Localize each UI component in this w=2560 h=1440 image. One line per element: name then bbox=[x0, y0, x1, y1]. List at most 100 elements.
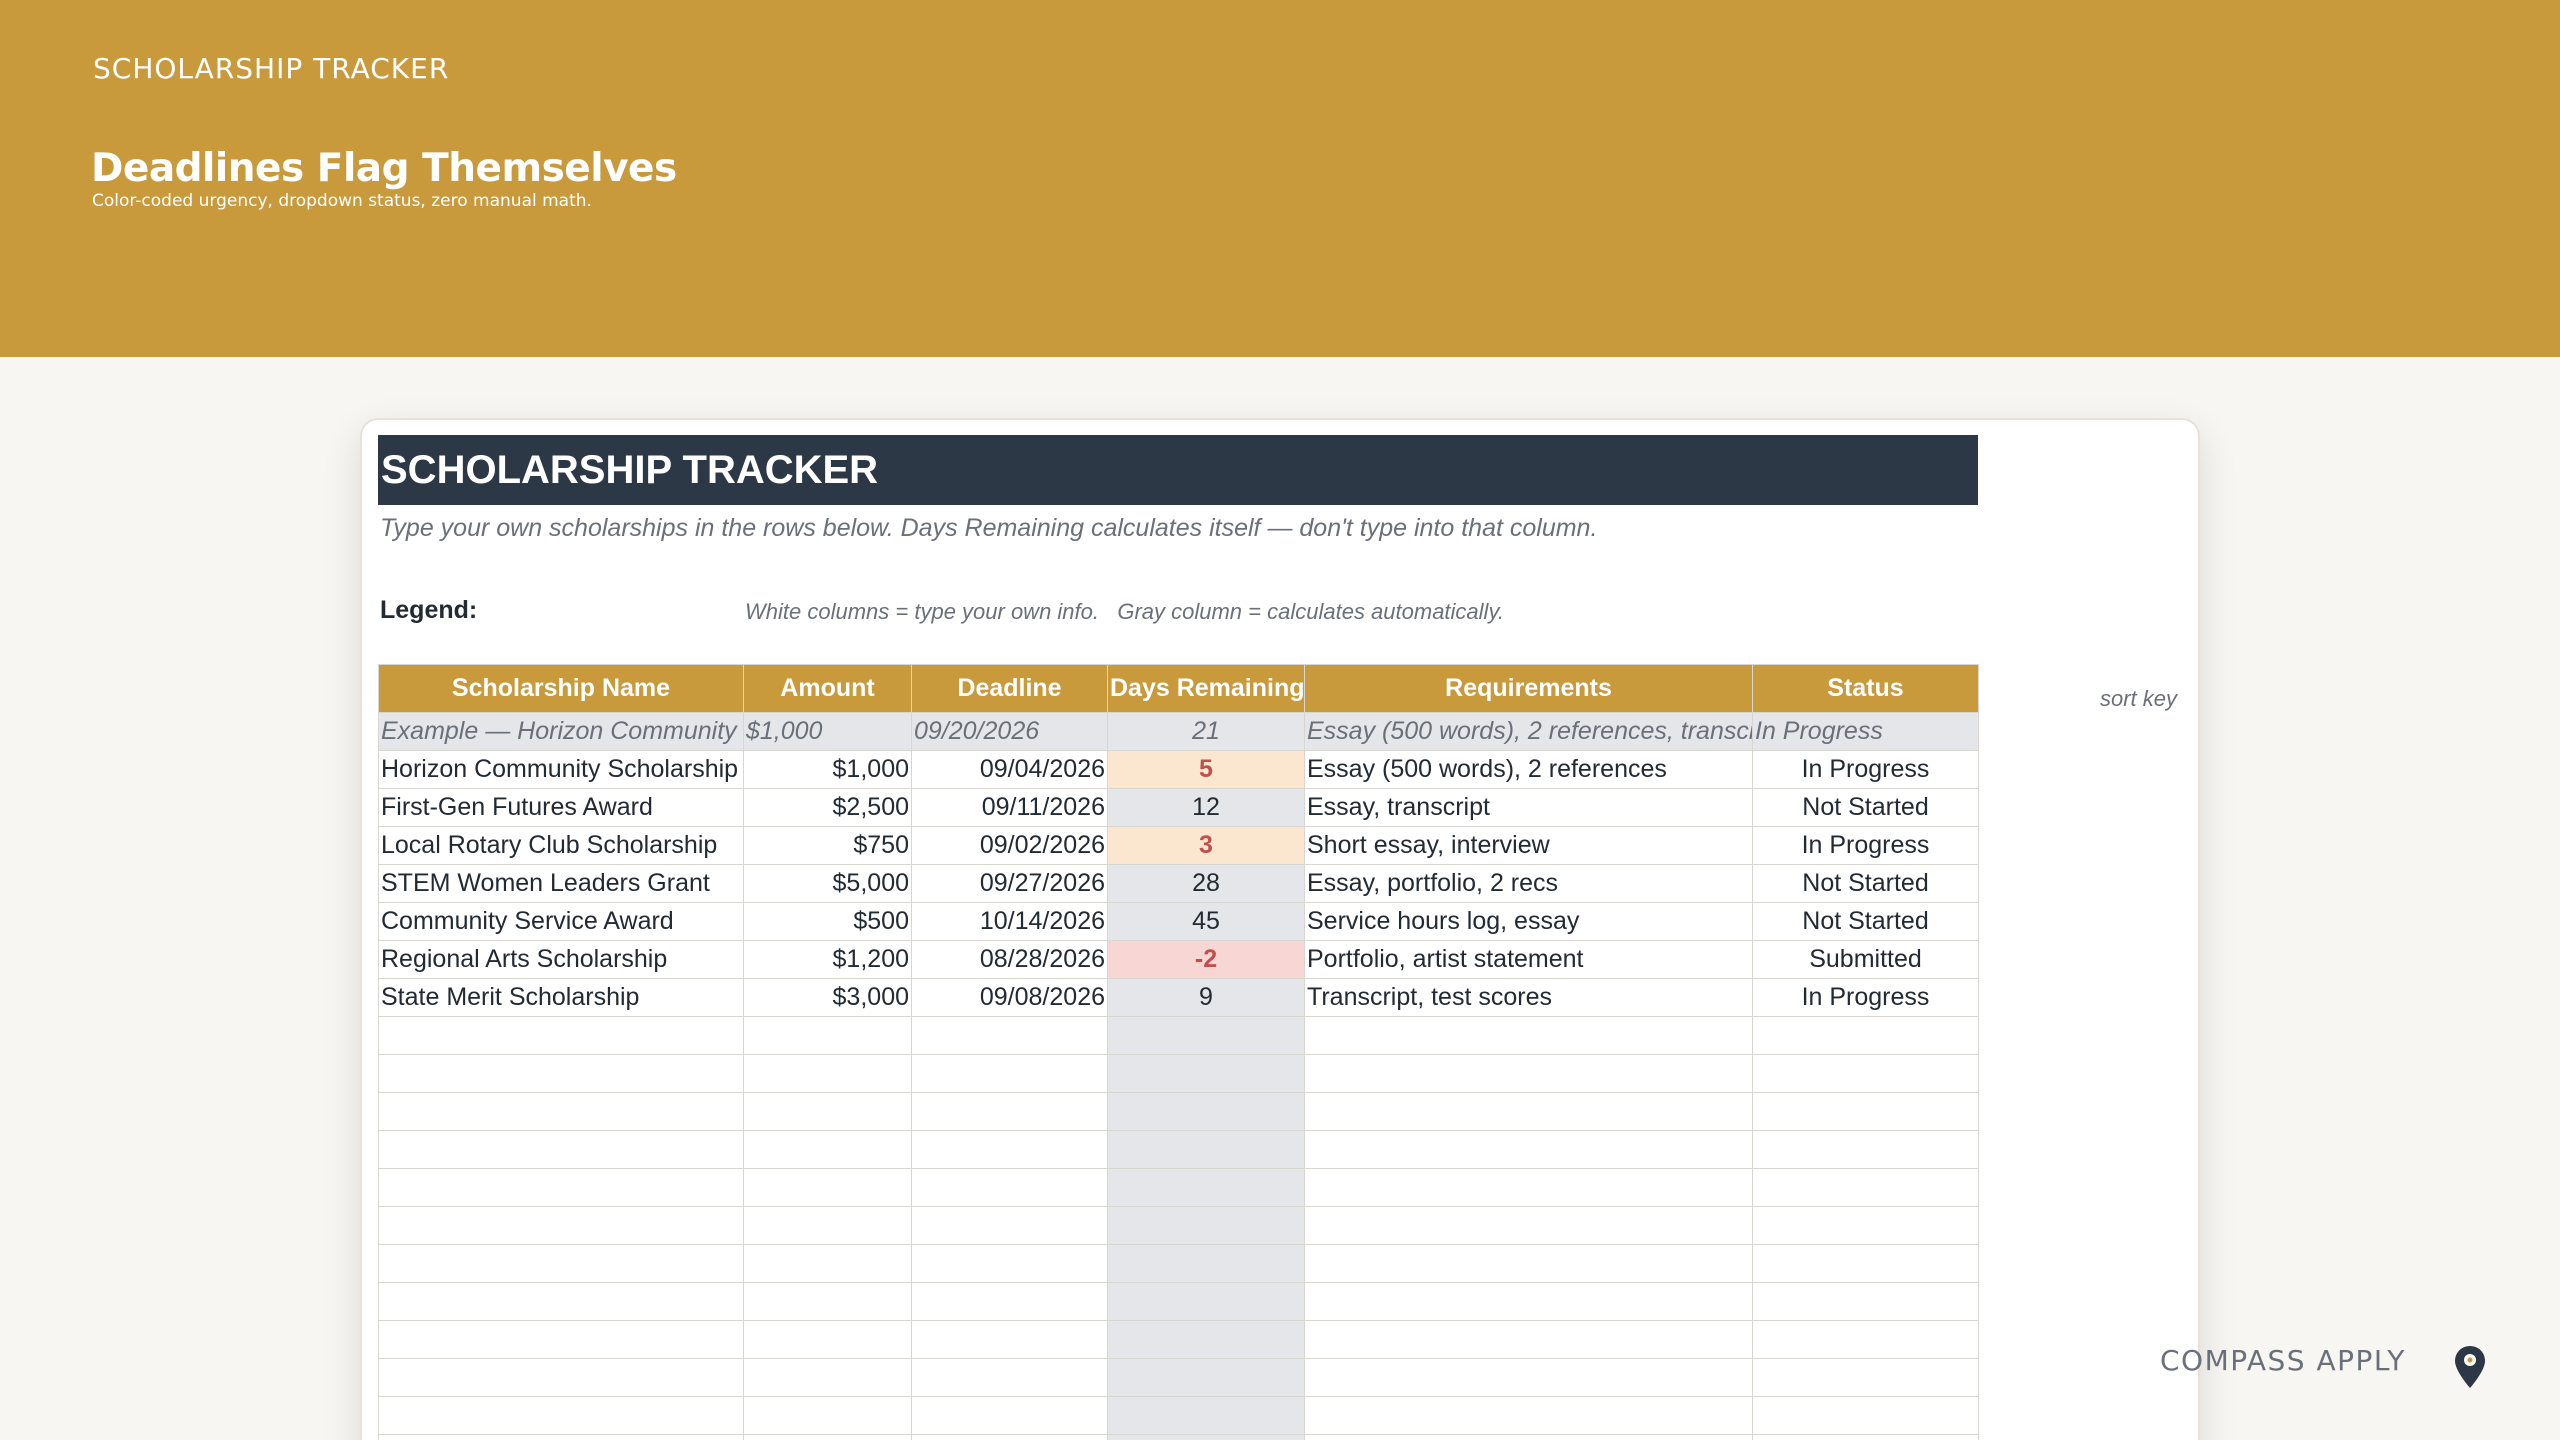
cell-deadline[interactable] bbox=[911, 1396, 1108, 1435]
cell-deadline[interactable] bbox=[911, 1016, 1108, 1055]
cell-deadline[interactable] bbox=[911, 1130, 1108, 1169]
cell-days-remaining[interactable] bbox=[1107, 1358, 1305, 1397]
cell-days-remaining[interactable]: 12 bbox=[1107, 788, 1305, 827]
cell-name[interactable]: Horizon Community Scholarship bbox=[378, 750, 744, 789]
cell-days-remaining[interactable]: 9 bbox=[1107, 978, 1305, 1017]
cell-deadline[interactable] bbox=[911, 1206, 1108, 1245]
header-scholarship-name[interactable]: Scholarship Name bbox=[378, 664, 744, 713]
cell-name[interactable]: Local Rotary Club Scholarship bbox=[378, 826, 744, 865]
cell-name[interactable]: State Merit Scholarship bbox=[378, 978, 744, 1017]
cell-requirements[interactable]: Essay (500 words), 2 references, transcr… bbox=[1304, 712, 1753, 751]
cell-days-remaining[interactable]: 21 bbox=[1107, 712, 1305, 751]
cell-amount[interactable] bbox=[743, 1396, 912, 1435]
cell-amount[interactable] bbox=[743, 1434, 912, 1440]
cell-name[interactable] bbox=[378, 1434, 744, 1440]
cell-name[interactable] bbox=[378, 1016, 744, 1055]
cell-deadline[interactable]: 09/08/2026 bbox=[911, 978, 1108, 1017]
cell-deadline[interactable] bbox=[911, 1434, 1108, 1440]
cell-requirements[interactable]: Transcript, test scores bbox=[1304, 978, 1753, 1017]
cell-status[interactable]: In Progress bbox=[1752, 712, 1979, 751]
cell-name[interactable] bbox=[378, 1244, 744, 1283]
cell-amount[interactable]: $500 bbox=[743, 902, 912, 941]
cell-deadline[interactable]: 09/27/2026 bbox=[911, 864, 1108, 903]
cell-name[interactable] bbox=[378, 1054, 744, 1093]
cell-status[interactable] bbox=[1752, 1244, 1979, 1283]
cell-requirements[interactable]: Essay, transcript bbox=[1304, 788, 1753, 827]
cell-days-remaining[interactable] bbox=[1107, 1054, 1305, 1093]
cell-amount[interactable]: $1,000 bbox=[743, 712, 912, 751]
cell-status[interactable]: Not Started bbox=[1752, 864, 1979, 903]
cell-days-remaining[interactable]: -2 bbox=[1107, 940, 1305, 979]
cell-amount[interactable] bbox=[743, 1244, 912, 1283]
cell-requirements[interactable] bbox=[1304, 1434, 1753, 1440]
cell-amount[interactable] bbox=[743, 1206, 912, 1245]
cell-deadline[interactable]: 09/02/2026 bbox=[911, 826, 1108, 865]
cell-days-remaining[interactable]: 45 bbox=[1107, 902, 1305, 941]
cell-amount[interactable] bbox=[743, 1358, 912, 1397]
cell-days-remaining[interactable]: 5 bbox=[1107, 750, 1305, 789]
cell-status[interactable] bbox=[1752, 1092, 1979, 1131]
cell-status[interactable] bbox=[1752, 1434, 1979, 1440]
header-amount[interactable]: Amount bbox=[743, 664, 912, 713]
cell-requirements[interactable] bbox=[1304, 1396, 1753, 1435]
cell-requirements[interactable] bbox=[1304, 1358, 1753, 1397]
cell-days-remaining[interactable] bbox=[1107, 1282, 1305, 1321]
cell-deadline[interactable]: 09/20/2026 bbox=[911, 712, 1108, 751]
cell-name[interactable]: STEM Women Leaders Grant bbox=[378, 864, 744, 903]
cell-days-remaining[interactable] bbox=[1107, 1016, 1305, 1055]
cell-requirements[interactable] bbox=[1304, 1054, 1753, 1093]
cell-status[interactable] bbox=[1752, 1168, 1979, 1207]
cell-requirements[interactable] bbox=[1304, 1130, 1753, 1169]
cell-name[interactable] bbox=[378, 1092, 744, 1131]
header-requirements[interactable]: Requirements bbox=[1304, 664, 1753, 713]
cell-requirements[interactable] bbox=[1304, 1168, 1753, 1207]
cell-requirements[interactable] bbox=[1304, 1016, 1753, 1055]
cell-status[interactable] bbox=[1752, 1130, 1979, 1169]
cell-days-remaining[interactable] bbox=[1107, 1320, 1305, 1359]
cell-name[interactable]: First-Gen Futures Award bbox=[378, 788, 744, 827]
header-deadline[interactable]: Deadline bbox=[911, 664, 1108, 713]
legend-label[interactable]: Legend: bbox=[380, 596, 477, 625]
cell-requirements[interactable] bbox=[1304, 1320, 1753, 1359]
cell-deadline[interactable]: 10/14/2026 bbox=[911, 902, 1108, 941]
cell-deadline[interactable] bbox=[911, 1092, 1108, 1131]
cell-days-remaining[interactable] bbox=[1107, 1434, 1305, 1440]
cell-requirements[interactable]: Essay, portfolio, 2 recs bbox=[1304, 864, 1753, 903]
cell-status[interactable]: In Progress bbox=[1752, 978, 1979, 1017]
cell-name[interactable] bbox=[378, 1130, 744, 1169]
cell-status[interactable] bbox=[1752, 1282, 1979, 1321]
cell-amount[interactable] bbox=[743, 1168, 912, 1207]
cell-name[interactable]: Example — Horizon Community bbox=[378, 712, 744, 751]
cell-deadline[interactable] bbox=[911, 1282, 1108, 1321]
sheet-title[interactable]: SCHOLARSHIP TRACKER bbox=[378, 435, 1978, 505]
cell-status[interactable]: Not Started bbox=[1752, 902, 1979, 941]
cell-deadline[interactable] bbox=[911, 1168, 1108, 1207]
cell-requirements[interactable] bbox=[1304, 1244, 1753, 1283]
cell-days-remaining[interactable] bbox=[1107, 1244, 1305, 1283]
cell-amount[interactable] bbox=[743, 1016, 912, 1055]
cell-amount[interactable]: $3,000 bbox=[743, 978, 912, 1017]
cell-name[interactable] bbox=[378, 1168, 744, 1207]
cell-deadline[interactable]: 08/28/2026 bbox=[911, 940, 1108, 979]
cell-deadline[interactable]: 09/11/2026 bbox=[911, 788, 1108, 827]
sheet-instructions[interactable]: Type your own scholarships in the rows b… bbox=[380, 514, 1597, 543]
cell-status[interactable]: In Progress bbox=[1752, 750, 1979, 789]
cell-requirements[interactable] bbox=[1304, 1282, 1753, 1321]
cell-days-remaining[interactable] bbox=[1107, 1396, 1305, 1435]
cell-status[interactable] bbox=[1752, 1016, 1979, 1055]
cell-name[interactable]: Regional Arts Scholarship bbox=[378, 940, 744, 979]
cell-requirements[interactable]: Short essay, interview bbox=[1304, 826, 1753, 865]
cell-status[interactable] bbox=[1752, 1054, 1979, 1093]
cell-requirements[interactable] bbox=[1304, 1206, 1753, 1245]
cell-status[interactable]: In Progress bbox=[1752, 826, 1979, 865]
sort-key-label[interactable]: sort key bbox=[2100, 686, 2177, 712]
cell-amount[interactable]: $750 bbox=[743, 826, 912, 865]
cell-name[interactable] bbox=[378, 1282, 744, 1321]
cell-name[interactable] bbox=[378, 1320, 744, 1359]
header-status[interactable]: Status bbox=[1752, 664, 1979, 713]
cell-amount[interactable]: $5,000 bbox=[743, 864, 912, 903]
cell-days-remaining[interactable] bbox=[1107, 1168, 1305, 1207]
cell-name[interactable]: Community Service Award bbox=[378, 902, 744, 941]
cell-name[interactable] bbox=[378, 1206, 744, 1245]
cell-amount[interactable] bbox=[743, 1130, 912, 1169]
